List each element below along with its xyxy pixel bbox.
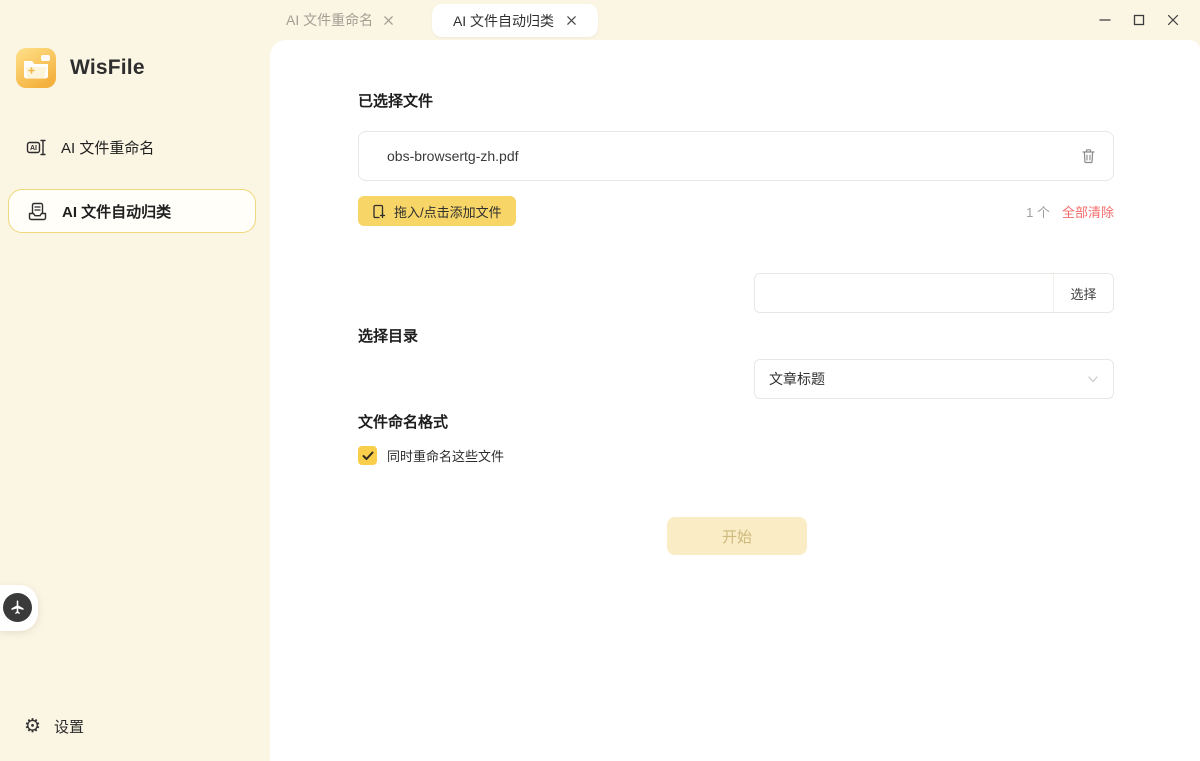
directory-label: 选择目录 xyxy=(358,325,418,346)
app-brand: WisFile xyxy=(16,48,145,88)
file-name: obs-browsertg-zh.pdf xyxy=(387,148,1063,164)
settings-label: 设置 xyxy=(54,716,84,737)
tab-close-icon[interactable] xyxy=(566,15,577,26)
paper-plane-icon[interactable] xyxy=(3,593,32,622)
sidebar: WisFile AI AI 文件重命名 AI 文件自动归类 xyxy=(0,0,270,761)
add-file-row: 拖入/点击添加文件 1 个 全部清除 xyxy=(358,196,1114,226)
app-logo-icon xyxy=(16,48,56,88)
choose-directory-button[interactable]: 选择 xyxy=(1053,274,1113,312)
directory-input[interactable] xyxy=(755,274,1053,312)
naming-format-value: 文章标题 xyxy=(769,369,1087,389)
naming-format-label: 文件命名格式 xyxy=(358,411,448,432)
floating-pill[interactable] xyxy=(0,585,38,631)
add-files-button[interactable]: 拖入/点击添加文件 xyxy=(358,196,516,226)
sidebar-item-ai-file-rename[interactable]: AI AI 文件重命名 xyxy=(8,125,256,169)
svg-text:AI: AI xyxy=(30,145,37,152)
file-list-item: obs-browsertg-zh.pdf xyxy=(358,131,1114,181)
tab-label: AI 文件自动归类 xyxy=(453,11,554,31)
selected-files-label: 已选择文件 xyxy=(358,90,433,111)
tab-ai-file-classify[interactable]: AI 文件自动归类 xyxy=(432,4,598,37)
rename-icon: AI xyxy=(26,137,47,158)
main-panel: 已选择文件 obs-browsertg-zh.pdf 拖入/点击添加文件 1 个 xyxy=(270,40,1200,761)
clear-all-button[interactable]: 全部清除 xyxy=(1062,202,1114,221)
naming-format-select[interactable]: 文章标题 xyxy=(754,359,1114,399)
rename-also-label: 同时重命名这些文件 xyxy=(387,446,504,465)
tab-ai-file-rename[interactable]: AI 文件重命名 xyxy=(278,0,402,40)
close-icon[interactable] xyxy=(1160,7,1186,33)
gear-icon: ⚙ xyxy=(24,717,41,736)
start-button[interactable]: 开始 xyxy=(667,517,807,555)
sidebar-item-label: AI 文件自动归类 xyxy=(62,201,171,222)
file-meta: 1 个 全部清除 xyxy=(1026,196,1114,226)
sidebar-item-ai-file-classify[interactable]: AI 文件自动归类 xyxy=(8,189,256,233)
directory-input-group: 选择 xyxy=(754,273,1114,313)
file-count: 1 个 xyxy=(1026,202,1050,221)
app-name: WisFile xyxy=(70,56,145,80)
settings-button[interactable]: ⚙ 设置 xyxy=(24,716,84,737)
chevron-down-icon xyxy=(1087,373,1099,385)
minimize-icon[interactable] xyxy=(1092,7,1118,33)
tab-close-icon[interactable] xyxy=(383,15,394,26)
window-controls xyxy=(1092,0,1186,40)
tab-label: AI 文件重命名 xyxy=(286,10,373,30)
add-files-label: 拖入/点击添加文件 xyxy=(394,202,502,221)
trash-icon[interactable] xyxy=(1063,132,1113,180)
sidebar-item-label: AI 文件重命名 xyxy=(61,137,154,158)
maximize-icon[interactable] xyxy=(1126,7,1152,33)
add-file-icon xyxy=(372,204,386,219)
checkbox-checked-icon[interactable] xyxy=(358,446,377,465)
rename-also-checkbox-row[interactable]: 同时重命名这些文件 xyxy=(358,446,504,465)
classify-icon xyxy=(27,201,48,222)
